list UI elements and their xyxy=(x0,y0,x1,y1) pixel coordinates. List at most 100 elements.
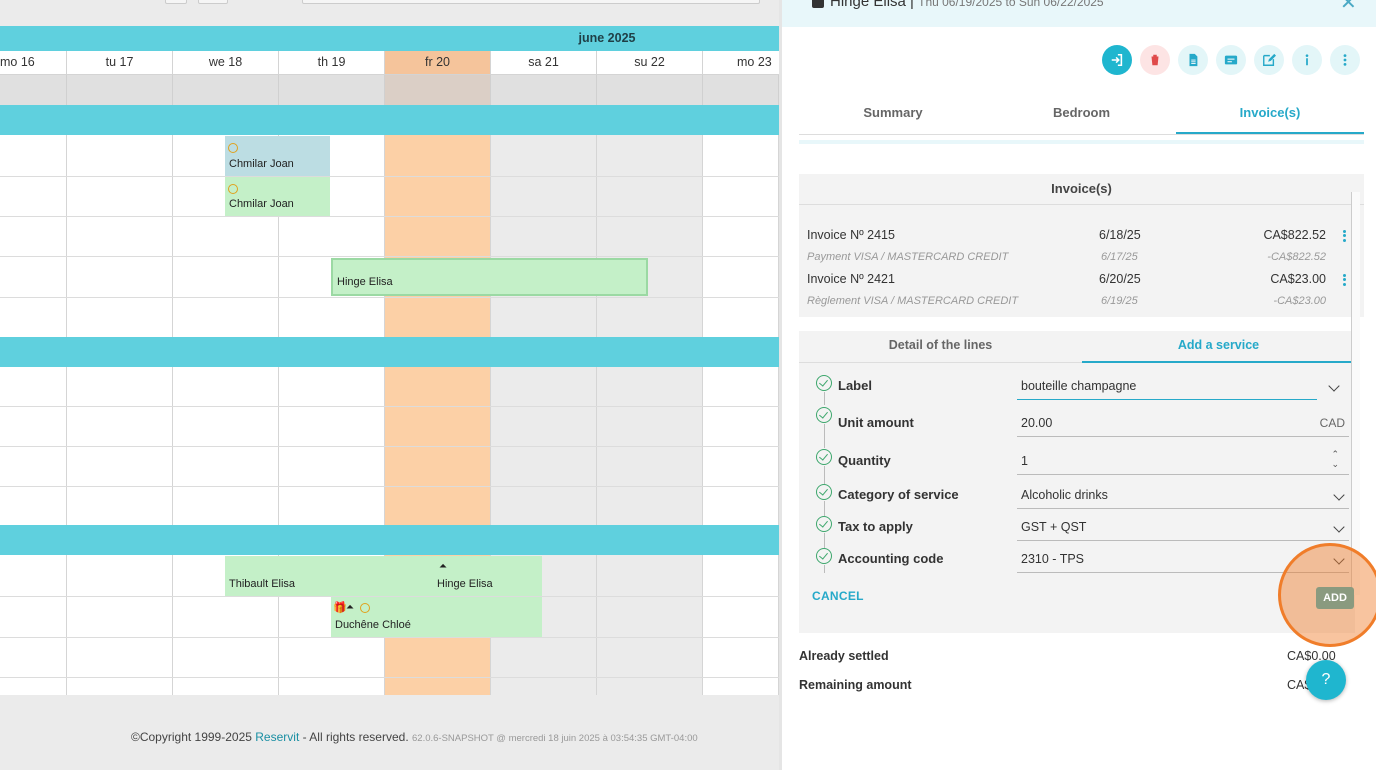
availability-cell xyxy=(0,75,67,105)
unit-amount-input[interactable]: 20.00 CAD xyxy=(1017,409,1349,437)
document-button[interactable] xyxy=(1178,45,1208,75)
subtab-add-service[interactable]: Add a service xyxy=(1082,331,1355,363)
id-card-icon xyxy=(1224,55,1238,65)
row-divider xyxy=(0,256,779,257)
status-circle-icon xyxy=(228,184,238,194)
brand-link[interactable]: Reservit xyxy=(255,730,299,744)
check-circle-icon xyxy=(816,375,832,391)
month-label: june 2025 xyxy=(578,31,636,45)
tab-bedroom[interactable]: Bedroom xyxy=(987,96,1176,134)
stepper-arrows-icon[interactable]: ⌃ ⌄ xyxy=(1331,449,1339,469)
day-column[interactable] xyxy=(703,105,779,695)
room-group-bar xyxy=(0,525,779,555)
day-header: we 18 xyxy=(173,51,279,75)
edit-icon xyxy=(1263,53,1276,66)
category-select[interactable]: Alcoholic drinks xyxy=(1017,481,1349,509)
quantity-value: 1 xyxy=(1021,454,1028,468)
day-column[interactable] xyxy=(597,105,703,695)
booking-bar[interactable]: Chmilar Joan xyxy=(225,136,330,176)
row-divider xyxy=(0,216,779,217)
booking-bar-selected[interactable]: Hinge Elisa xyxy=(331,258,648,296)
subtab-detail-lines[interactable]: Detail of the lines xyxy=(799,331,1082,363)
invoice-menu-icon[interactable] xyxy=(1343,228,1347,243)
day-column[interactable] xyxy=(0,105,67,695)
quantity-stepper[interactable]: 1 ⌃ ⌄ xyxy=(1017,447,1349,475)
booking-guest: Duchêne Chloé xyxy=(335,619,411,631)
step-connector xyxy=(824,392,825,405)
card-button[interactable] xyxy=(1216,45,1246,75)
row-divider xyxy=(0,637,779,638)
tabs-divider xyxy=(799,134,1364,135)
remaining-amount-label: Remaining amount xyxy=(799,678,912,692)
more-button[interactable] xyxy=(1330,45,1360,75)
already-settled-label: Already settled xyxy=(799,649,889,663)
tax-select[interactable]: GST + QST xyxy=(1017,513,1349,541)
day-header: mo 23 xyxy=(703,51,779,75)
add-service-button[interactable]: ADD xyxy=(1316,587,1354,609)
cancel-button[interactable]: CANCEL xyxy=(812,589,864,603)
rights-text: - All rights reserved. xyxy=(299,730,412,744)
field-label: Quantity xyxy=(838,453,891,468)
invoices-title: Invoice(s) xyxy=(799,174,1364,205)
day-header: tu 17 xyxy=(67,51,173,75)
invoice-scrollbar[interactable] xyxy=(1351,192,1360,595)
payment-date: 6/19/25 xyxy=(1101,295,1138,307)
payment-amount: -CA$822.52 xyxy=(1267,251,1326,263)
edit-button[interactable] xyxy=(1254,45,1284,75)
booking-bar[interactable]: Thibault Elisa ⏶ Hinge Elisa xyxy=(225,556,542,596)
status-circle-icon xyxy=(228,143,238,153)
tab-invoices[interactable]: Invoice(s) xyxy=(1176,96,1364,134)
copyright-text: ©Copyright 1999-2025 xyxy=(131,730,256,744)
check-circle-icon xyxy=(816,407,832,423)
check-circle-icon xyxy=(816,516,832,532)
accounting-value: 2310 - TPS xyxy=(1021,552,1085,566)
invoices-section: Invoice(s) Invoice Nº 2415 6/18/25 CA$82… xyxy=(799,174,1364,317)
invoice-menu-icon[interactable] xyxy=(1343,272,1347,287)
tax-value: GST + QST xyxy=(1021,520,1087,534)
invoice-label[interactable]: Invoice Nº 2421 xyxy=(807,272,895,286)
row-divider xyxy=(0,176,779,177)
check-circle-icon xyxy=(816,548,832,564)
bed-icon xyxy=(812,0,824,9)
field-label: Accounting code xyxy=(838,551,944,566)
step-connector xyxy=(824,424,825,448)
label-value: bouteille champagne xyxy=(1021,379,1137,393)
month-header xyxy=(0,26,779,51)
field-label: Unit amount xyxy=(838,415,914,430)
payment-label: Règlement VISA / MASTERCARD CREDIT xyxy=(807,295,1019,307)
field-label: Label xyxy=(838,378,872,393)
availability-cell xyxy=(279,75,385,105)
day-header: th 19 xyxy=(279,51,385,75)
currency-unit: CAD xyxy=(1319,416,1345,430)
payment-label: Payment VISA / MASTERCARD CREDIT xyxy=(807,251,1009,263)
chevron-down-icon[interactable] xyxy=(1328,380,1340,392)
label-select[interactable]: bouteille champagne xyxy=(1017,372,1317,400)
row-divider xyxy=(0,446,779,447)
delete-button[interactable] xyxy=(1140,45,1170,75)
booking-bar[interactable]: 🎁 ⏶ Duchêne Chloé xyxy=(331,597,542,637)
row-divider xyxy=(0,406,779,407)
info-button[interactable] xyxy=(1292,45,1322,75)
payment-date: 6/17/25 xyxy=(1101,251,1138,263)
chevron-down-icon xyxy=(1333,489,1345,501)
step-connector xyxy=(824,533,825,548)
unit-amount-value: 20.00 xyxy=(1021,416,1053,430)
close-icon[interactable]: ✕ xyxy=(1340,0,1357,15)
sign-in-icon xyxy=(1111,53,1123,67)
toolbar-controls[interactable] xyxy=(302,0,760,4)
availability-cell xyxy=(597,75,703,105)
step-connector xyxy=(824,466,825,484)
booking-guest: Hinge Elisa xyxy=(337,276,393,288)
day-column[interactable] xyxy=(67,105,173,695)
invoice-label[interactable]: Invoice Nº 2415 xyxy=(807,228,895,242)
row-divider xyxy=(0,677,779,678)
tab-summary[interactable]: Summary xyxy=(799,96,987,134)
booking-detail-panel: Hinge Elisa | Thu 06/19/2025 to Sun 06/2… xyxy=(779,0,1376,770)
day-header: su 22 xyxy=(597,51,703,75)
checkin-button[interactable] xyxy=(1102,45,1132,75)
invoice-amount: CA$23.00 xyxy=(1270,272,1326,286)
help-button[interactable]: ? xyxy=(1306,660,1346,700)
booking-bar[interactable]: Chmilar Joan xyxy=(225,177,330,216)
toolbar-button[interactable] xyxy=(198,0,228,4)
toolbar-button[interactable] xyxy=(165,0,187,4)
